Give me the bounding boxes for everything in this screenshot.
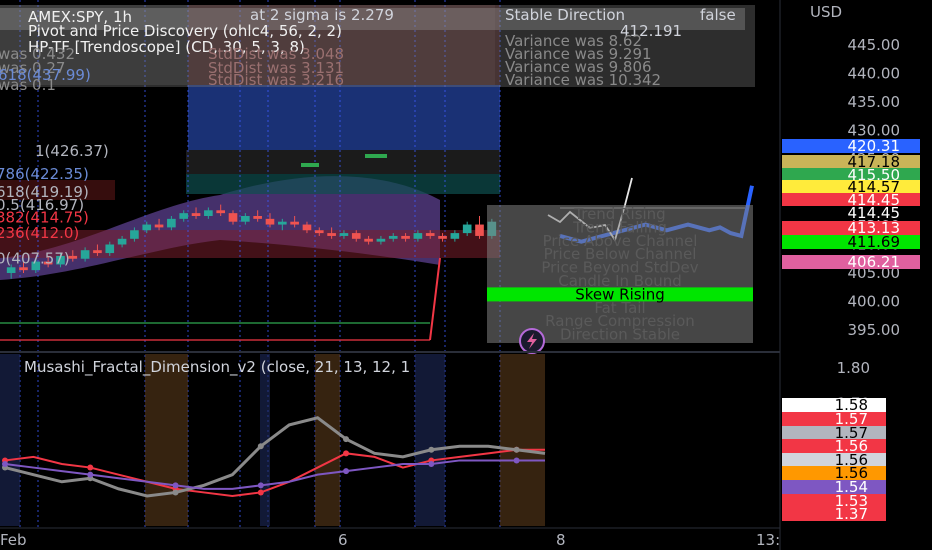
candle-body xyxy=(351,233,361,239)
fib-label: 786(422.35) xyxy=(0,165,89,183)
candle-body xyxy=(438,235,447,239)
oscillator-dot xyxy=(343,436,350,443)
candle-body xyxy=(179,213,189,219)
candle-body xyxy=(191,213,201,216)
oscillator-band xyxy=(500,354,545,526)
price-tick-label: 445.00 xyxy=(848,36,901,54)
candle-body xyxy=(105,244,115,254)
candle-body xyxy=(241,216,250,222)
oscillator-badges: 1.581.571.571.561.561.561.541.531.37 xyxy=(782,396,886,523)
oscillator-dot xyxy=(513,446,520,453)
candle-body xyxy=(228,213,238,222)
price-badge-label: 411.69 xyxy=(848,233,901,251)
oscillator-badge-label: 1.37 xyxy=(835,505,868,523)
candle-body xyxy=(475,224,484,236)
trading-chart[interactable]: AMEX:SPY, 1h at 2 sigma is 2.279 Stable … xyxy=(0,0,932,550)
oscillator-dot xyxy=(172,482,179,489)
candle-body xyxy=(68,255,78,259)
candle-body xyxy=(401,235,410,239)
oscillator-tick-label: 1.80 xyxy=(837,359,870,377)
candle-body xyxy=(253,216,262,219)
candle-body xyxy=(425,233,435,236)
oscillator-dot xyxy=(87,464,94,471)
price-badge-label: 406.21 xyxy=(848,253,901,271)
price-tick-label: 440.00 xyxy=(848,65,901,83)
oscillator-dot xyxy=(172,489,179,496)
candle-body xyxy=(154,224,164,228)
blue-session-band xyxy=(188,85,500,150)
candle-body xyxy=(6,267,16,273)
fib-label: 236(412.0) xyxy=(0,224,79,242)
time-label-8: 8 xyxy=(556,531,566,549)
state-item: Direction Stable xyxy=(560,326,680,344)
candle-body xyxy=(117,238,127,245)
fib-label: 1(426.37) xyxy=(35,142,109,160)
candle-body xyxy=(388,235,398,239)
fib-label: 0(407.57) xyxy=(0,249,70,267)
candle-body xyxy=(364,238,373,242)
candle-body xyxy=(462,224,472,234)
candle-body xyxy=(265,218,275,225)
oscillator-dot xyxy=(87,471,94,478)
candle-body xyxy=(93,250,102,254)
oscillator-dot xyxy=(513,457,520,464)
left-stat-3: was 0.1 xyxy=(0,76,56,94)
grey-zone xyxy=(186,150,500,174)
oscillator-title[interactable]: Musashi_Fractal_Dimension_v2 (close, 21,… xyxy=(24,358,410,377)
candle-body xyxy=(302,224,312,231)
oscillator-band xyxy=(0,354,20,526)
oscillator-dot xyxy=(343,450,350,457)
oscillator-dot xyxy=(343,468,350,475)
oscillator-dot xyxy=(2,461,8,467)
candle-body xyxy=(277,221,287,225)
candle-body xyxy=(142,224,152,231)
oscillator-band xyxy=(415,354,445,526)
green-marker-2 xyxy=(365,154,387,158)
price-tick-label: 395.00 xyxy=(848,321,901,339)
time-label-feb: Feb xyxy=(0,531,27,549)
candle-body xyxy=(216,210,226,214)
top-fragment-3: false xyxy=(700,6,736,24)
stddist-row-2: StdDist was 3.216 xyxy=(208,71,344,89)
price-tick-label: 435.00 xyxy=(848,93,901,111)
time-label-6: 6 xyxy=(338,531,348,549)
teal-zone xyxy=(186,174,500,194)
candle-body xyxy=(314,230,324,234)
candle-body xyxy=(327,233,336,236)
candle-body xyxy=(204,210,213,216)
price-tick-label: 400.00 xyxy=(848,293,901,311)
top-fragment-2: Stable Direction xyxy=(505,6,625,24)
time-label-13: 13: xyxy=(756,531,780,549)
oscillator-dot xyxy=(257,482,264,489)
candle-body xyxy=(130,230,139,239)
oscillator-dot xyxy=(428,446,435,453)
currency-label[interactable]: USD xyxy=(810,3,842,21)
green-marker-1 xyxy=(301,163,319,167)
candle-body xyxy=(413,233,423,239)
oscillator-dot xyxy=(257,489,264,496)
oscillator-band xyxy=(315,354,340,526)
candle-body xyxy=(167,218,176,228)
candle-body xyxy=(19,267,28,271)
oscillator-band xyxy=(145,354,188,526)
candle-body xyxy=(290,221,299,225)
candle-body xyxy=(339,233,349,236)
oscillator-dot xyxy=(428,461,435,467)
variance-row-3: Variance was 10.342 xyxy=(505,71,661,89)
candle-body xyxy=(80,250,90,259)
candle-body xyxy=(376,238,386,242)
oscillator-dot xyxy=(257,443,264,450)
candle-body xyxy=(450,233,460,239)
